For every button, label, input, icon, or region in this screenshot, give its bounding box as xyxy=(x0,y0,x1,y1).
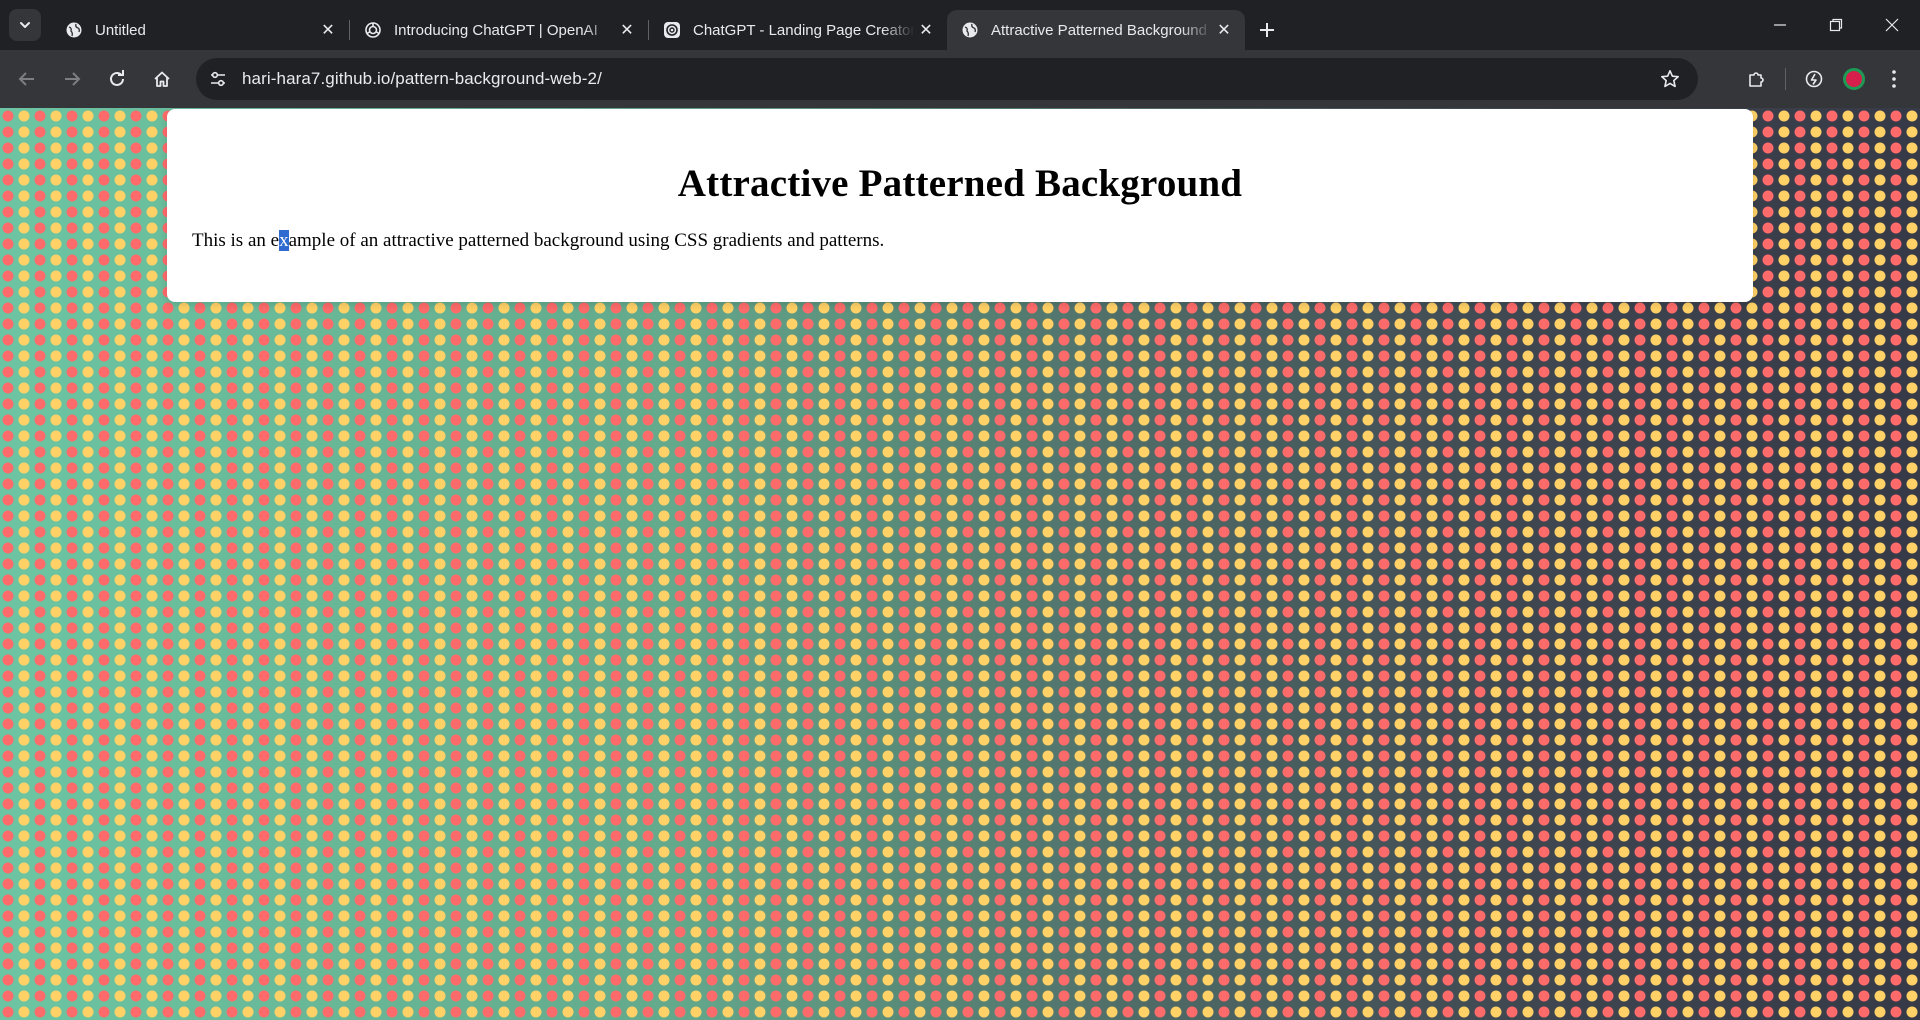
back-button[interactable] xyxy=(9,61,45,97)
close-icon[interactable]: ✕ xyxy=(317,19,339,41)
restore-icon xyxy=(1829,18,1843,32)
reload-button[interactable] xyxy=(99,61,135,97)
address-bar[interactable]: hari-hara7.github.io/pattern-background-… xyxy=(196,58,1698,100)
content-card: Attractive Patterned Background This is … xyxy=(167,109,1753,302)
home-button[interactable] xyxy=(144,61,180,97)
close-icon[interactable]: ✕ xyxy=(1213,19,1235,41)
page-title: Attractive Patterned Background xyxy=(677,162,1243,205)
tab-title: ChatGPT - Landing Page Creator xyxy=(693,21,915,39)
tab-title: Introducing ChatGPT | OpenAI xyxy=(394,21,598,39)
minimize-button[interactable] xyxy=(1752,0,1808,50)
chevron-down-icon xyxy=(20,22,30,28)
browser-toolbar: hari-hara7.github.io/pattern-background-… xyxy=(0,50,1920,108)
close-window-button[interactable] xyxy=(1864,0,1920,50)
url-text[interactable]: hari-hara7.github.io/pattern-background-… xyxy=(242,69,602,89)
restore-button[interactable] xyxy=(1808,0,1864,50)
kebab-menu-icon xyxy=(1892,70,1896,88)
tab-title: Untitled xyxy=(95,21,146,39)
tune-icon xyxy=(211,71,225,87)
tab-title: Attractive Patterned Background xyxy=(991,21,1207,39)
profile-button[interactable] xyxy=(1834,59,1874,99)
menu-button[interactable] xyxy=(1874,59,1914,99)
plus-icon xyxy=(1260,23,1274,37)
window-controls xyxy=(1752,0,1920,50)
close-icon xyxy=(1885,18,1899,32)
description-text: This is an e xyxy=(192,230,280,251)
tab-landing-page-creator[interactable]: ChatGPT - Landing Page Creator ✕ xyxy=(649,10,947,50)
reload-icon xyxy=(110,70,124,86)
forward-button[interactable] xyxy=(54,61,90,97)
new-tab-button[interactable] xyxy=(1251,14,1283,46)
arrow-right-icon xyxy=(65,72,81,86)
selected-text: x xyxy=(279,230,289,251)
home-icon xyxy=(154,71,170,87)
extensions-button[interactable] xyxy=(1737,59,1777,99)
tab-introducing-chatgpt[interactable]: Introducing ChatGPT | OpenAI ✕ xyxy=(350,10,648,50)
performance-button[interactable] xyxy=(1794,59,1834,99)
tab-search-button[interactable] xyxy=(9,9,41,41)
tab-attractive-patterned-background[interactable]: Attractive Patterned Background ✕ xyxy=(947,10,1245,50)
globe-icon xyxy=(961,21,979,39)
bookmark-star-button[interactable] xyxy=(1656,65,1684,93)
page-description: This is an example of an attractive patt… xyxy=(192,230,1753,252)
site-info-button[interactable] xyxy=(202,63,234,95)
arrow-left-icon xyxy=(18,72,34,86)
openai-icon xyxy=(364,21,382,39)
minimize-icon xyxy=(1774,24,1786,26)
description-text: ample of an attractive patterned backgro… xyxy=(288,230,885,251)
openai-icon xyxy=(663,21,681,39)
star-icon xyxy=(1661,70,1679,88)
close-icon[interactable]: ✕ xyxy=(915,19,937,41)
tab-strip: Untitled ✕ Introducing ChatGPT | OpenAI … xyxy=(0,0,1920,50)
speed-icon xyxy=(1805,70,1823,88)
toolbar-divider xyxy=(1785,68,1786,90)
tab-untitled[interactable]: Untitled ✕ xyxy=(51,10,349,50)
globe-icon xyxy=(65,21,83,39)
page-viewport: Attractive Patterned Background This is … xyxy=(0,108,1920,1020)
avatar xyxy=(1843,68,1865,90)
close-icon[interactable]: ✕ xyxy=(616,19,638,41)
puzzle-icon xyxy=(1749,72,1764,87)
